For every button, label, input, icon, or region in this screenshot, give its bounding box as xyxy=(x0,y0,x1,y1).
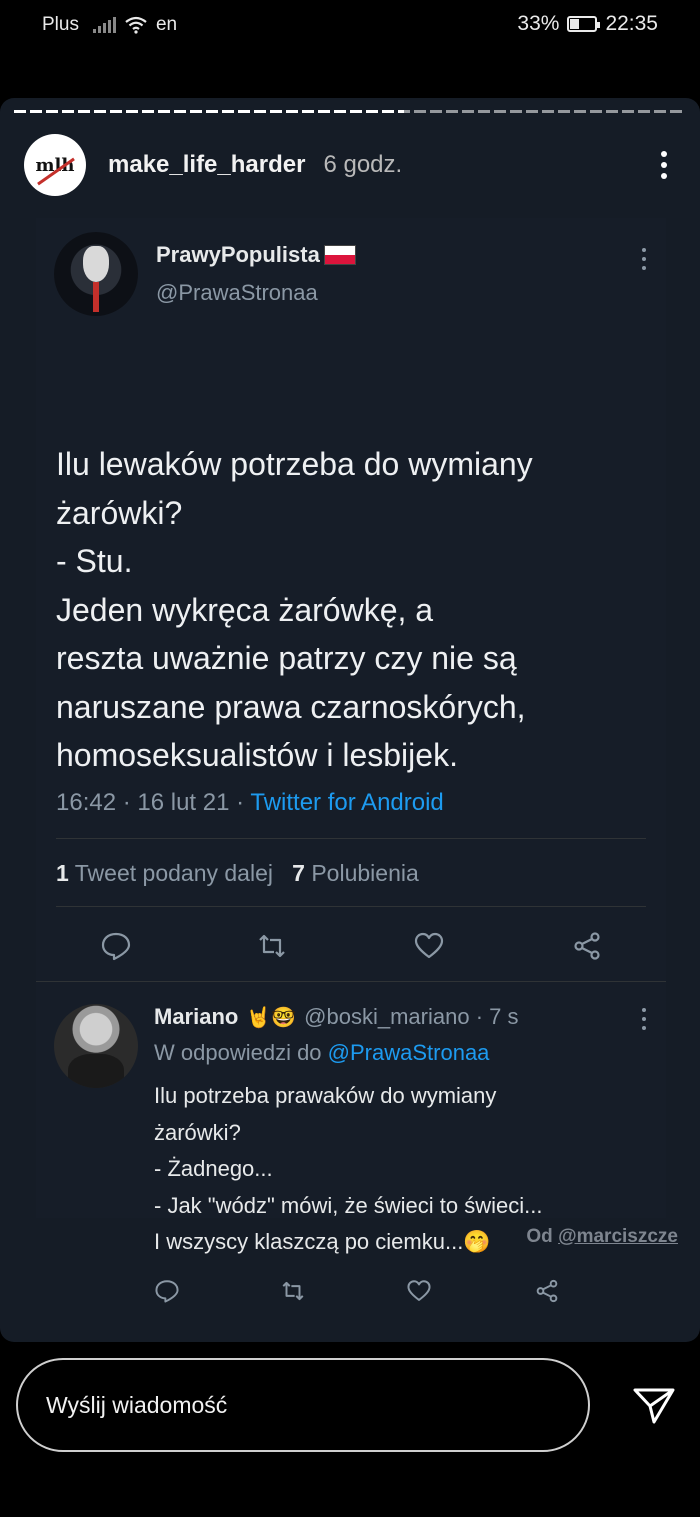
reply-author-name: Mariano xyxy=(154,1004,239,1029)
like-icon xyxy=(414,932,444,959)
likes-label: Polubienia xyxy=(311,860,419,886)
status-right: 33% 22:35 xyxy=(517,12,658,36)
share-icon xyxy=(536,1279,558,1303)
story-viewer[interactable]: mlh make_life_harder 6 godz. PrawyPopuli… xyxy=(0,98,700,1342)
tweet-line: reszta uważnie patrzy czy nie są xyxy=(56,640,517,676)
story-progress-bar xyxy=(14,110,686,113)
signal-icon xyxy=(92,17,116,33)
story-time: 6 godz. xyxy=(323,151,403,178)
network-label: en xyxy=(155,14,178,35)
tweet-line: Ilu lewaków potrzeba do wymiany xyxy=(56,446,533,482)
reply-avatar xyxy=(54,1004,138,1088)
reply-line: - Jak "wódz" mówi, że świeci to świeci..… xyxy=(154,1192,543,1218)
reply-icon xyxy=(101,932,131,961)
reply-more-icon xyxy=(640,1008,648,1030)
more-options-icon[interactable] xyxy=(652,145,676,185)
tweet-meta: 16:42 · 16 lut 21 · Twitter for Android xyxy=(56,789,444,817)
tweet-avatar xyxy=(54,232,138,316)
story-username[interactable]: make_life_harder xyxy=(108,151,305,179)
reply-author-emojis: 🤘🤓 xyxy=(246,1006,297,1029)
reply-to: W odpowiedzi do @PrawaStronaa xyxy=(154,1040,489,1066)
retweets-count: 1 xyxy=(56,860,69,886)
reply-icon xyxy=(155,1280,179,1303)
like-icon xyxy=(407,1280,431,1301)
battery-icon xyxy=(567,16,601,32)
likes-count: 7 xyxy=(292,860,305,886)
tweet-timestamp: 16:42 · 16 lut 21 · xyxy=(56,789,251,816)
credit-prefix: Od xyxy=(526,1226,553,1247)
reply-author-handle: @boski_mariano · 7 s xyxy=(304,1004,519,1029)
reply-line: żarówki? xyxy=(154,1119,241,1145)
reply-line: Ilu potrzeba prawaków do wymiany xyxy=(154,1083,497,1108)
tweet-line: homoseksualistów i lesbijek. xyxy=(56,737,458,773)
share-icon xyxy=(574,932,600,960)
reply-to-prefix: W odpowiedzi do xyxy=(154,1040,322,1065)
wifi-icon xyxy=(125,16,147,34)
divider xyxy=(36,981,666,982)
story-credit[interactable]: Od @marciszcze xyxy=(526,1226,678,1248)
tweet-source: Twitter for Android xyxy=(250,789,444,816)
tweet-line: żarówki? xyxy=(56,494,183,531)
tweet-stats: 1 Tweet podany dalej 7 Polubienia xyxy=(56,860,419,887)
poland-flag-icon xyxy=(323,245,356,265)
reply-actions xyxy=(154,1278,574,1304)
retweets-label: Tweet podany dalej xyxy=(74,860,273,886)
story-header: mlh make_life_harder 6 godz. xyxy=(24,134,676,196)
status-left: Plus en xyxy=(42,14,177,36)
tweet-line: - Stu. xyxy=(56,543,133,579)
tweet-actions xyxy=(56,930,646,962)
reply-to-mention: @PrawaStronaa xyxy=(327,1040,490,1065)
clock: 22:35 xyxy=(605,12,658,35)
tweet-text: Ilu lewaków potrzeba do wymiany żarówki?… xyxy=(56,440,656,780)
retweet-icon xyxy=(259,934,285,958)
status-bar: Plus en 33% 22:35 xyxy=(0,0,700,52)
retweet-icon xyxy=(282,1281,304,1301)
send-icon[interactable] xyxy=(632,1386,676,1426)
tweet-author-name-text: PrawyPopulista xyxy=(156,242,320,267)
tweet-header: PrawyPopulista @PrawaStronaa xyxy=(54,232,648,322)
reply-line: - Żadnego... xyxy=(154,1156,273,1181)
tweet-author-handle: @PrawaStronaa xyxy=(156,280,318,305)
tweet-screenshot: PrawyPopulista @PrawaStronaa Ilu lewaków… xyxy=(36,218,666,1303)
story-avatar[interactable]: mlh xyxy=(24,134,86,196)
message-bar[interactable] xyxy=(16,1358,590,1452)
tweet-line: naruszane prawa czarnoskórych, xyxy=(56,688,526,725)
reply-header: Mariano 🤘🤓 @boski_mariano · 7 s xyxy=(154,1004,518,1030)
tweet-more-icon xyxy=(640,248,648,270)
divider xyxy=(56,838,646,839)
battery-percent: 33% xyxy=(517,12,560,35)
credit-user[interactable]: @marciszcze xyxy=(558,1226,678,1247)
tweet-line: Jeden wykręca żarówkę, a xyxy=(56,591,434,628)
tweet-author-name: PrawyPopulista xyxy=(156,242,356,268)
message-input[interactable] xyxy=(46,1360,566,1450)
divider xyxy=(56,906,646,907)
story-progress-fill xyxy=(14,110,404,113)
carrier-label: Plus xyxy=(42,14,79,35)
